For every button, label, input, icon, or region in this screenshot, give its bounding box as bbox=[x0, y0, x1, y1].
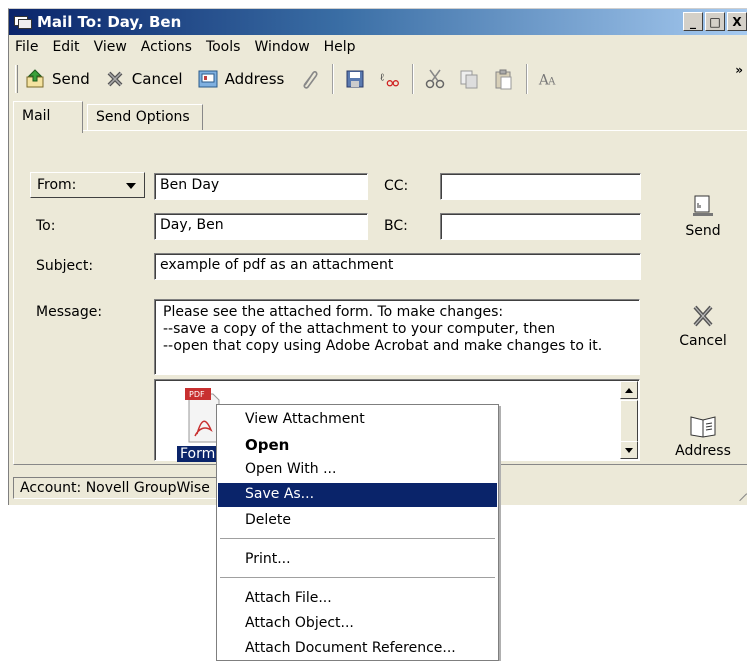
from-label: From: bbox=[37, 177, 77, 193]
menu-attach-object[interactable]: Attach Object... bbox=[218, 612, 497, 636]
side-cancel-label: Cancel bbox=[679, 333, 727, 349]
spell-check-icon[interactable]: ℓ bbox=[378, 68, 400, 90]
message-line: --open that copy using Adobe Acrobat and… bbox=[163, 338, 603, 354]
font-icon[interactable]: AA bbox=[538, 68, 560, 90]
toolbar-address-label: Address bbox=[224, 70, 285, 88]
tab-strip: Mail Send Options bbox=[9, 101, 747, 133]
menu-actions[interactable]: Actions bbox=[141, 39, 192, 55]
menu-attach-file[interactable]: Attach File... bbox=[218, 587, 497, 611]
menu-delete[interactable]: Delete bbox=[218, 509, 497, 533]
menu-save-as[interactable]: Save As... bbox=[218, 483, 497, 507]
pdf-badge-text: PDF bbox=[189, 390, 205, 399]
toolbar-separator bbox=[526, 64, 529, 94]
menu-edit[interactable]: Edit bbox=[52, 39, 79, 55]
side-cancel-button[interactable]: Cancel bbox=[660, 303, 746, 349]
toolbar-send-button[interactable]: Send bbox=[24, 68, 90, 90]
toolbar-overflow-chevron[interactable]: » bbox=[735, 63, 743, 77]
menu-separator bbox=[220, 577, 495, 579]
toolbar-grip[interactable] bbox=[15, 65, 18, 93]
toolbar-cancel-button[interactable]: Cancel bbox=[104, 68, 183, 90]
menu-window[interactable]: Window bbox=[254, 39, 309, 55]
cancel-x-icon bbox=[693, 305, 713, 327]
menu-bar: File Edit View Actions Tools Window Help bbox=[9, 35, 747, 59]
scroll-up-button[interactable] bbox=[620, 381, 638, 399]
message-line: Please see the attached form. To make ch… bbox=[163, 304, 504, 320]
scroll-thumb[interactable] bbox=[620, 400, 638, 442]
cc-label: CC: bbox=[384, 178, 409, 194]
chevron-up-icon bbox=[625, 387, 633, 393]
message-body[interactable]: Please see the attached form. To make ch… bbox=[154, 299, 640, 375]
send-mail-icon bbox=[693, 195, 713, 216]
chevron-down-icon bbox=[126, 183, 136, 189]
send-icon bbox=[24, 68, 46, 90]
tab-send-options[interactable]: Send Options bbox=[87, 104, 203, 131]
close-button[interactable]: X bbox=[727, 12, 747, 31]
toolbar-cancel-label: Cancel bbox=[131, 70, 183, 88]
cut-icon[interactable] bbox=[424, 68, 446, 90]
message-label: Message: bbox=[36, 304, 103, 320]
side-send-label: Send bbox=[685, 223, 721, 239]
paperclip-icon[interactable] bbox=[298, 68, 320, 90]
address-book-icon bbox=[197, 68, 219, 90]
chevron-down-icon bbox=[625, 447, 633, 453]
menu-view-attachment[interactable]: View Attachment bbox=[218, 408, 497, 432]
title-bar[interactable]: Mail To: Day, Ben _ □ X bbox=[9, 9, 747, 35]
menu-file[interactable]: File bbox=[15, 39, 38, 55]
scroll-down-button[interactable] bbox=[620, 441, 638, 459]
maximize-button[interactable]: □ bbox=[705, 12, 725, 31]
toolbar-separator bbox=[332, 64, 335, 94]
bc-label: BC: bbox=[384, 218, 408, 234]
cancel-icon bbox=[104, 68, 126, 90]
subject-label: Subject: bbox=[36, 258, 94, 274]
mail-icon bbox=[14, 14, 32, 30]
menu-open[interactable]: Open bbox=[218, 433, 497, 457]
window-title: Mail To: Day, Ben bbox=[37, 13, 182, 31]
bc-field[interactable] bbox=[440, 213, 641, 240]
menu-open-with[interactable]: Open With ... bbox=[218, 458, 497, 482]
toolbar-separator bbox=[412, 64, 415, 94]
tab-mail[interactable]: Mail bbox=[13, 101, 83, 133]
toolbar: Send Cancel Address ℓ A A » bbox=[9, 59, 747, 99]
to-field[interactable]: Day, Ben bbox=[154, 213, 368, 240]
side-address-button[interactable]: Address bbox=[660, 413, 746, 459]
cc-field[interactable] bbox=[440, 173, 641, 200]
attachment-context-menu: View Attachment Open Open With ... Save … bbox=[216, 404, 499, 661]
save-icon[interactable] bbox=[344, 68, 366, 90]
side-send-button[interactable]: Send bbox=[660, 193, 746, 239]
toolbar-address-button[interactable]: Address bbox=[197, 68, 285, 90]
to-label: To: bbox=[36, 218, 56, 234]
from-dropdown[interactable]: From: bbox=[30, 172, 145, 198]
message-line: --save a copy of the attachment to your … bbox=[163, 321, 556, 337]
menu-print[interactable]: Print... bbox=[218, 548, 497, 572]
from-field[interactable]: Ben Day bbox=[154, 173, 368, 200]
menu-attach-document-reference[interactable]: Attach Document Reference... bbox=[218, 637, 497, 661]
menu-separator bbox=[220, 538, 495, 540]
menu-help[interactable]: Help bbox=[324, 39, 356, 55]
menu-tools[interactable]: Tools bbox=[206, 39, 241, 55]
subject-field[interactable]: example of pdf as an attachment bbox=[154, 253, 641, 280]
menu-view[interactable]: View bbox=[94, 39, 127, 55]
attachment-scrollbar[interactable] bbox=[620, 381, 638, 459]
minimize-button[interactable]: _ bbox=[683, 12, 703, 31]
svg-text:ℓ: ℓ bbox=[380, 73, 385, 84]
side-address-label: Address bbox=[675, 443, 731, 459]
paste-icon[interactable] bbox=[492, 68, 514, 90]
copy-icon[interactable] bbox=[458, 68, 480, 90]
address-book-icon bbox=[690, 416, 716, 438]
svg-text:A: A bbox=[547, 77, 556, 88]
toolbar-send-label: Send bbox=[52, 70, 90, 88]
